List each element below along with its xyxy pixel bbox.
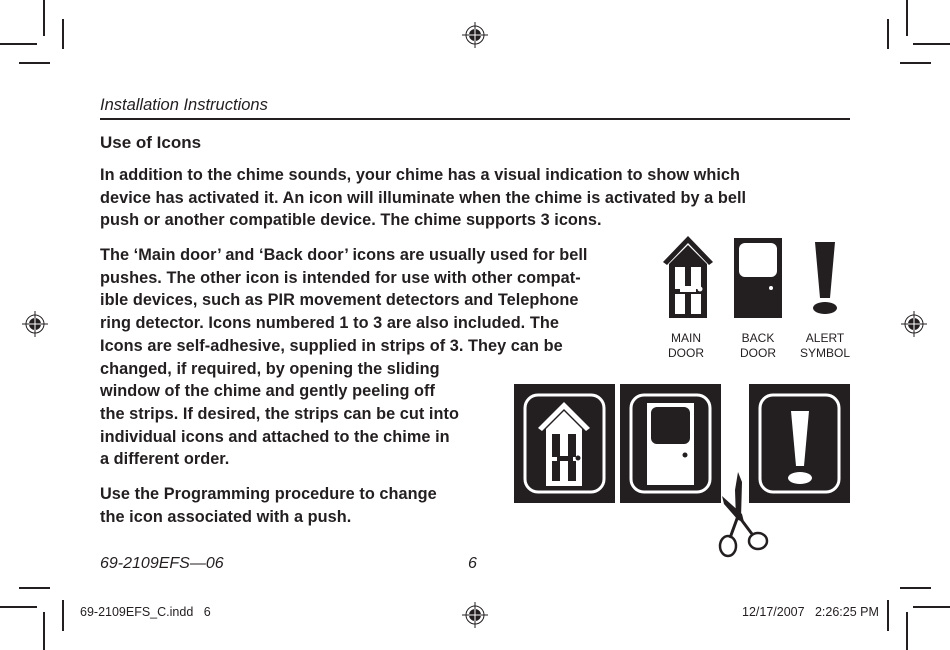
registration-mark-icon <box>901 311 927 337</box>
paragraph-intro: In addition to the chime sounds, your ch… <box>100 164 860 232</box>
registration-mark-icon <box>462 22 488 48</box>
icon-strip-back-door <box>620 384 721 503</box>
crop-mark <box>913 43 950 45</box>
text-line: Icons are self-adhesive, supplied in str… <box>100 336 563 355</box>
text-line: push or another compatible device. The c… <box>100 211 602 230</box>
back-door-label: BACK DOOR <box>730 331 786 361</box>
icon-strip-main-door <box>514 384 615 503</box>
crop-mark <box>62 19 64 49</box>
paragraph-programming: Use the Programming procedure to change … <box>100 483 520 528</box>
main-door-icon <box>663 236 713 318</box>
crop-mark <box>900 62 931 64</box>
registration-mark-icon <box>22 311 48 337</box>
crop-mark <box>0 606 37 608</box>
label-line: DOOR <box>740 346 776 360</box>
crop-mark <box>906 0 908 36</box>
label-line: DOOR <box>668 346 704 360</box>
main-door-label: MAIN DOOR <box>658 331 714 361</box>
crop-mark <box>43 612 45 650</box>
text-line: The ‘Main door’ and ‘Back door’ icons ar… <box>100 246 588 264</box>
label-line: SYMBOL <box>799 346 850 360</box>
page-number: 6 <box>468 555 477 572</box>
text-line: In addition to the chime sounds, your ch… <box>100 166 741 184</box>
text-line: changed, if required, by opening the sli… <box>100 359 440 378</box>
label-line: BACK <box>741 331 775 345</box>
text-line: Use the Programming procedure to change <box>100 485 437 503</box>
alert-symbol-icon <box>813 242 837 314</box>
text-line: pushes. The other icon is intended for u… <box>100 268 581 287</box>
slug-divider <box>62 600 64 631</box>
scissors-icon <box>718 472 769 558</box>
crop-mark <box>43 0 45 36</box>
registration-mark-icon <box>462 602 488 628</box>
back-door-icon <box>734 238 782 318</box>
crop-mark <box>887 19 889 49</box>
text-line: ible devices, such as PIR movement detec… <box>100 291 579 310</box>
label-line: ALERT <box>805 331 845 345</box>
slug-filename: 69-2109EFS_C.indd 6 <box>80 605 211 619</box>
text-line: the icon associated with a push. <box>100 507 352 526</box>
crop-mark <box>19 587 50 589</box>
header-rule <box>100 118 850 120</box>
crop-mark <box>900 587 931 589</box>
slug-divider <box>887 600 889 631</box>
text-line: ring detector. Icons numbered 1 to 3 are… <box>100 314 559 333</box>
slug-timestamp: 12/17/2007 2:26:25 PM <box>742 605 879 619</box>
label-line: MAIN <box>671 331 701 345</box>
text-line: device has activated it. An icon will il… <box>100 188 747 207</box>
section-title: Use of Icons <box>100 133 202 152</box>
crop-mark <box>913 606 950 608</box>
crop-mark <box>19 62 50 64</box>
running-head: Installation Instructions <box>100 96 268 114</box>
alert-symbol-label: ALERT SYMBOL <box>792 331 858 361</box>
document-number: 69-2109EFS—06 <box>100 555 224 572</box>
crop-mark <box>906 612 908 650</box>
crop-mark <box>0 43 37 45</box>
